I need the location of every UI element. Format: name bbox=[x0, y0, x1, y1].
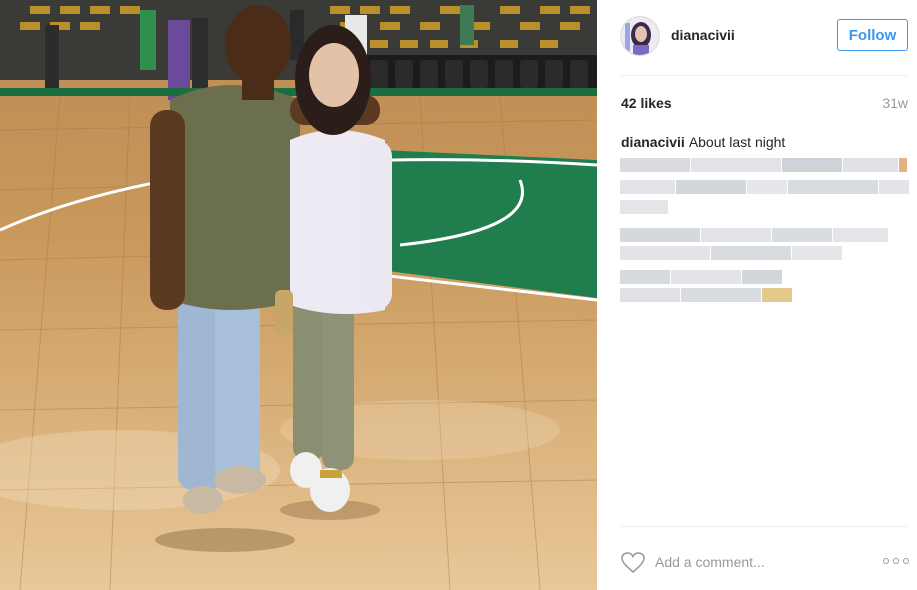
post-header: dianacivii Follow bbox=[597, 0, 917, 75]
post-caption: dianacivii About last night bbox=[621, 133, 785, 151]
post-details-panel: dianacivii Follow 42 likes 31w dianacivi… bbox=[597, 0, 917, 590]
heart-icon[interactable] bbox=[621, 552, 645, 574]
comment-bar bbox=[597, 538, 917, 590]
dot-icon bbox=[883, 558, 889, 564]
caption-text: About last night bbox=[688, 134, 786, 150]
blurred-comment-line bbox=[620, 158, 908, 174]
blurred-comment-line bbox=[620, 180, 910, 196]
avatar-image bbox=[621, 17, 659, 55]
header-divider bbox=[620, 75, 908, 76]
post-username[interactable]: dianacivii bbox=[671, 27, 735, 43]
post-age[interactable]: 31w bbox=[882, 95, 908, 111]
more-options-icon[interactable] bbox=[883, 554, 909, 568]
dot-icon bbox=[893, 558, 899, 564]
blurred-comment-line bbox=[620, 246, 843, 262]
follow-button[interactable]: Follow bbox=[837, 19, 908, 51]
likes-count[interactable]: 42 likes bbox=[621, 95, 672, 111]
add-comment-input[interactable] bbox=[655, 552, 855, 572]
blurred-comment-line bbox=[620, 288, 793, 304]
comment-divider bbox=[620, 526, 908, 527]
blurred-comment-line bbox=[620, 200, 669, 216]
dot-icon bbox=[903, 558, 909, 564]
post-photo[interactable] bbox=[0, 0, 597, 590]
caption-username[interactable]: dianacivii bbox=[621, 134, 685, 150]
profile-avatar[interactable] bbox=[620, 16, 660, 56]
basketball-court-photo bbox=[0, 0, 597, 590]
blurred-comment-line bbox=[620, 228, 889, 244]
blurred-comment-line bbox=[620, 270, 783, 286]
